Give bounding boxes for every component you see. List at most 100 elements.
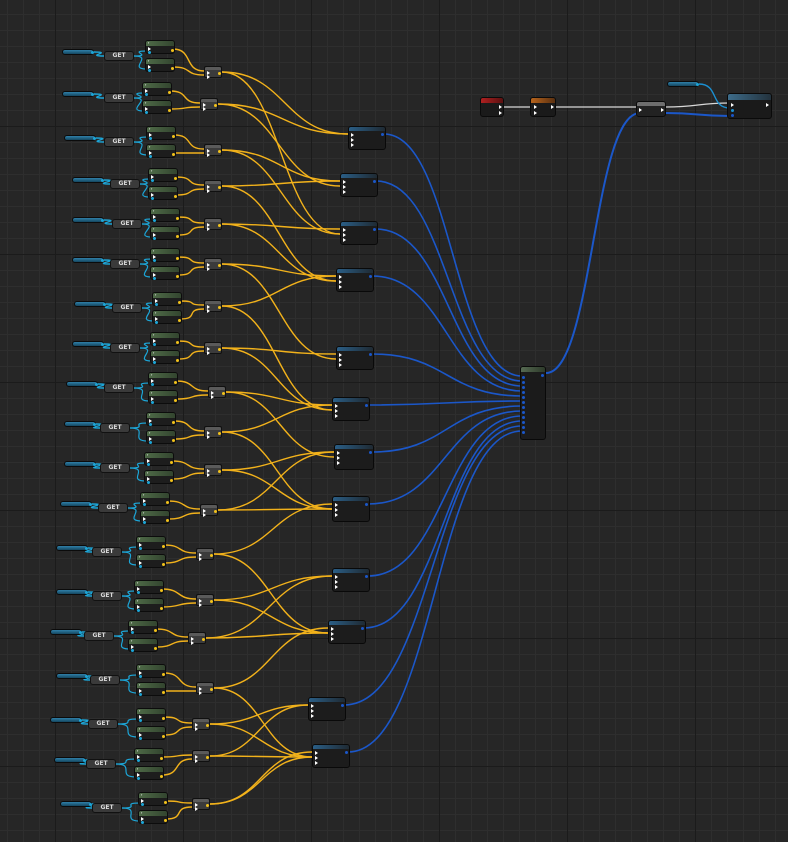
combine-node-9[interactable]: [208, 386, 226, 399]
float-output-pin[interactable]: [178, 301, 181, 304]
combine-node-11[interactable]: [204, 464, 222, 477]
aggregate-input-pin[interactable]: [522, 416, 525, 419]
sequence-node[interactable]: [636, 101, 666, 117]
variable-output-pin[interactable]: [85, 590, 88, 594]
vector-input-pin-icon[interactable]: [335, 585, 338, 589]
target-input-pin[interactable]: [137, 777, 140, 780]
function-node-18-2[interactable]: f: [134, 766, 164, 780]
vector-input-pin-icon[interactable]: [331, 637, 334, 641]
float-output-pin[interactable]: [176, 341, 179, 344]
target-input-pin[interactable]: [148, 51, 151, 54]
target-input-pin[interactable]: [143, 521, 146, 524]
function-node-17-1[interactable]: f: [136, 708, 166, 722]
combine-node-15[interactable]: [188, 632, 206, 645]
float-output-pin[interactable]: [174, 381, 177, 384]
vector-node-7[interactable]: [334, 444, 374, 470]
aggregate-input-pin[interactable]: [522, 401, 525, 404]
combine-output-pin[interactable]: [206, 724, 209, 727]
vector-node-3[interactable]: [340, 221, 378, 245]
function-node-7-1[interactable]: f: [152, 292, 182, 306]
get-node-4[interactable]: GET: [110, 179, 140, 189]
vector-input-pin-icon[interactable]: [343, 228, 346, 232]
function-node-14-1[interactable]: f: [134, 580, 164, 594]
float-output-pin[interactable]: [164, 801, 167, 804]
vector-input-pin-icon[interactable]: [315, 751, 318, 755]
target-input-pin[interactable]: [139, 693, 142, 696]
target-input-pin[interactable]: [151, 401, 154, 404]
get-node-16[interactable]: GET: [90, 675, 120, 685]
vector-input-pin-icon[interactable]: [339, 275, 342, 279]
aggregate-output-pin[interactable]: [541, 374, 544, 377]
input-pin-icon[interactable]: [195, 727, 198, 731]
variable-output-pin[interactable]: [93, 422, 96, 426]
function-node-10-1[interactable]: f: [146, 412, 176, 426]
function-node-6-2[interactable]: f: [150, 266, 180, 280]
struct-output-pin[interactable]: [341, 704, 344, 707]
variable-node-6[interactable]: [72, 257, 104, 263]
float-output-pin[interactable]: [174, 195, 177, 198]
combine-output-pin[interactable]: [206, 804, 209, 807]
float-output-pin[interactable]: [154, 629, 157, 632]
float-output-pin[interactable]: [176, 217, 179, 220]
exec-output-pin-icon[interactable]: [661, 108, 664, 112]
vector-input-pin-icon[interactable]: [337, 451, 340, 455]
aggregate-input-pin[interactable]: [522, 421, 525, 424]
combine-output-pin[interactable]: [218, 72, 221, 75]
exec-input-pin-icon[interactable]: [534, 111, 537, 115]
vector-node-9[interactable]: [332, 568, 370, 592]
target-input-pin[interactable]: [139, 675, 142, 678]
vector-input-pin-icon[interactable]: [331, 632, 334, 636]
float-output-pin[interactable]: [162, 717, 165, 720]
function-node-18-1[interactable]: f: [134, 748, 164, 762]
target-input-pin[interactable]: [153, 277, 156, 280]
struct-output-pin[interactable]: [369, 451, 372, 454]
input-pin-icon[interactable]: [203, 513, 206, 517]
function-node-14-2[interactable]: f: [134, 598, 164, 612]
object-variable-output-pin[interactable]: [696, 82, 699, 86]
function-node-3-1[interactable]: f: [146, 126, 176, 140]
combine-output-pin[interactable]: [206, 756, 209, 759]
get-node-11[interactable]: GET: [100, 463, 130, 473]
target-input-pin[interactable]: [131, 649, 134, 652]
function-node-19-1[interactable]: f: [138, 792, 168, 806]
combine-node-5[interactable]: [204, 218, 222, 231]
combine-output-pin[interactable]: [210, 554, 213, 557]
input-pin-icon[interactable]: [199, 557, 202, 561]
combine-node-2[interactable]: [200, 98, 218, 111]
vector-input-pin-icon[interactable]: [339, 353, 342, 357]
vector-input-pin-icon[interactable]: [335, 404, 338, 408]
variable-node-14[interactable]: [56, 589, 88, 595]
get-node-18[interactable]: GET: [86, 759, 116, 769]
combine-output-pin[interactable]: [214, 104, 217, 107]
function-node-7-2[interactable]: f: [152, 310, 182, 324]
target-input-pin[interactable]: [153, 237, 156, 240]
variable-node-5[interactable]: [72, 217, 104, 223]
struct-output-pin[interactable]: [373, 180, 376, 183]
function-node-16-2[interactable]: f: [136, 682, 166, 696]
combine-output-pin[interactable]: [202, 638, 205, 641]
float-output-pin[interactable]: [174, 399, 177, 402]
final-function-node[interactable]: [727, 93, 772, 119]
combine-output-pin[interactable]: [210, 688, 213, 691]
struct-output-pin[interactable]: [381, 133, 384, 136]
float-output-pin[interactable]: [162, 563, 165, 566]
combine-output-pin[interactable]: [218, 224, 221, 227]
vector-input-pin-icon[interactable]: [335, 503, 338, 507]
vector-input-pin-icon[interactable]: [343, 180, 346, 184]
combine-output-pin[interactable]: [214, 510, 217, 513]
target-input-pin[interactable]: [149, 423, 152, 426]
combine-output-pin[interactable]: [218, 348, 221, 351]
float-output-pin[interactable]: [160, 757, 163, 760]
get-node-17[interactable]: GET: [88, 719, 118, 729]
variable-node-13[interactable]: [56, 545, 88, 551]
float-output-pin[interactable]: [176, 257, 179, 260]
aggregate-node[interactable]: [520, 366, 546, 440]
target-input-pin[interactable]: [145, 111, 148, 114]
target-input-pin[interactable]: [153, 259, 156, 262]
aggregate-input-pin[interactable]: [522, 396, 525, 399]
variable-node-3[interactable]: [64, 135, 96, 141]
combine-node-18[interactable]: [192, 750, 210, 763]
target-input-pin[interactable]: [149, 137, 152, 140]
vector-input-pin-icon[interactable]: [343, 185, 346, 189]
function-node-1-2[interactable]: f: [145, 58, 175, 72]
